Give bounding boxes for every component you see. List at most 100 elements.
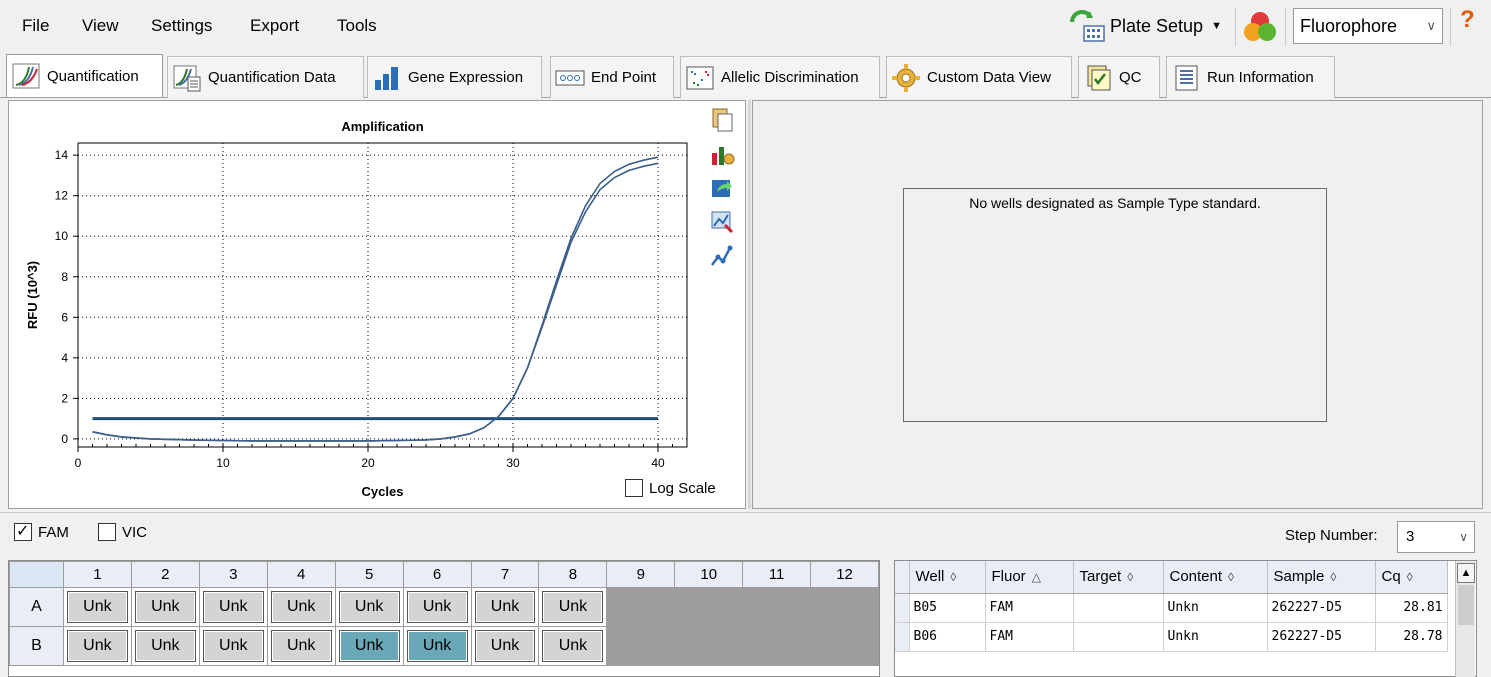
- standard-curve-panel: No wells designated as Sample Type stand…: [752, 100, 1483, 509]
- plate-col-header[interactable]: 1: [62, 561, 132, 588]
- plate-well-a10[interactable]: [674, 587, 744, 627]
- scroll-thumb[interactable]: [1458, 585, 1474, 625]
- export-icon[interactable]: [709, 175, 735, 201]
- row-selector-header[interactable]: [895, 561, 910, 594]
- plate-well-a2[interactable]: Unk: [130, 587, 200, 627]
- plate-col-header[interactable]: 2: [130, 561, 200, 588]
- plate-well-b12[interactable]: [810, 626, 879, 666]
- chevron-down-icon: ∨: [1426, 18, 1436, 33]
- copy-icon[interactable]: [709, 107, 735, 133]
- table-row[interactable]: B05 FAM Unkn 262227-D5 28.81: [895, 593, 1448, 623]
- help-icon[interactable]: ?: [1460, 6, 1475, 34]
- plate-setup-label: Plate Setup: [1110, 15, 1204, 36]
- y-tick-label: 6: [61, 310, 68, 324]
- tab-qc[interactable]: QC: [1078, 56, 1160, 98]
- plate-well-b5[interactable]: Unk: [334, 626, 404, 666]
- plate-col-header[interactable]: 10: [674, 561, 744, 588]
- end-point-icon: [555, 70, 585, 85]
- chart-settings-icon[interactable]: [709, 141, 735, 167]
- plate-row-header[interactable]: A: [9, 587, 64, 627]
- plate-well-a12[interactable]: [810, 587, 879, 627]
- step-number-select[interactable]: 3 ∨: [1397, 521, 1475, 553]
- tab-run-information[interactable]: Run Information: [1166, 56, 1335, 98]
- fam-checkbox[interactable]: [14, 521, 32, 541]
- plot-area[interactable]: [77, 142, 688, 448]
- plate-col-header[interactable]: 12: [810, 561, 879, 588]
- plate-col-header[interactable]: 7: [470, 561, 540, 588]
- plate-well-a1[interactable]: Unk: [62, 587, 132, 627]
- plate-col-header[interactable]: 4: [266, 561, 336, 588]
- well-content: Unk: [134, 591, 196, 623]
- tab-custom-data-view[interactable]: Custom Data View: [886, 56, 1072, 98]
- plate-well-a3[interactable]: Unk: [198, 587, 268, 627]
- tab-gene-expression[interactable]: Gene Expression: [367, 56, 542, 98]
- vic-toggle[interactable]: VIC: [98, 523, 147, 541]
- curve-icon[interactable]: [709, 243, 735, 269]
- plate-row-header[interactable]: B: [9, 626, 64, 666]
- amplification-chart[interactable]: 0 10 20 30 40 0 2 4 6 8 10 12 14 Amplification Cycles R…: [9, 101, 709, 501]
- plate-well-a9[interactable]: [606, 587, 676, 627]
- fluorophore-color-icon[interactable]: [1242, 9, 1278, 45]
- menu-view[interactable]: View: [82, 0, 119, 52]
- well-content: Unk: [474, 630, 536, 662]
- plate-well-b9[interactable]: [606, 626, 676, 666]
- menu-settings[interactable]: Settings: [151, 0, 212, 52]
- plate-col-header[interactable]: 6: [402, 561, 472, 588]
- plate-well-b4[interactable]: Unk: [266, 626, 336, 666]
- log-scale-toggle[interactable]: Log Scale: [625, 479, 716, 497]
- col-header-cq[interactable]: Cq ◊: [1375, 561, 1448, 594]
- plate-well-b10[interactable]: [674, 626, 744, 666]
- row-selector[interactable]: [895, 593, 910, 623]
- log-scale-checkbox[interactable]: [625, 479, 643, 497]
- col-header-target[interactable]: Target ◊: [1073, 561, 1164, 594]
- tab-quantification-data[interactable]: Quantification Data: [167, 56, 364, 98]
- plate-setup-button[interactable]: Plate Setup ▼: [1068, 6, 1222, 46]
- row-selector[interactable]: [895, 622, 910, 652]
- vic-checkbox[interactable]: [98, 523, 116, 541]
- cell-content: Unkn: [1163, 593, 1268, 623]
- x-tick-label: 20: [361, 456, 375, 470]
- plate-well-b8[interactable]: Unk: [538, 626, 608, 666]
- col-header-content[interactable]: Content ◊: [1163, 561, 1268, 594]
- menu-tools[interactable]: Tools: [337, 0, 377, 52]
- fluorophore-select[interactable]: Fluorophore ∨: [1293, 8, 1443, 44]
- menu-export[interactable]: Export: [250, 0, 299, 52]
- scroll-up-icon[interactable]: ▲: [1457, 563, 1475, 583]
- menu-file[interactable]: File: [22, 0, 49, 52]
- plate-corner[interactable]: [9, 561, 64, 588]
- plate-well-a8[interactable]: Unk: [538, 587, 608, 627]
- step-number-label: Step Number:: [1285, 527, 1378, 544]
- plate-well-a4[interactable]: Unk: [266, 587, 336, 627]
- col-header-sample[interactable]: Sample ◊: [1267, 561, 1376, 594]
- plate-col-header[interactable]: 9: [606, 561, 676, 588]
- panel-splitter[interactable]: [748, 100, 751, 509]
- plate-col-header[interactable]: 5: [334, 561, 404, 588]
- plate-col-header[interactable]: 3: [198, 561, 268, 588]
- plate-well-a11[interactable]: [742, 587, 812, 627]
- plate-well-a6[interactable]: Unk: [402, 587, 472, 627]
- plate-well-b11[interactable]: [742, 626, 812, 666]
- tab-quantification[interactable]: Quantification: [6, 54, 163, 97]
- plate-well-b6[interactable]: Unk: [402, 626, 472, 666]
- plate-well-b1[interactable]: Unk: [62, 626, 132, 666]
- cell-cq: 28.81: [1375, 593, 1448, 623]
- zoom-chart-icon[interactable]: [709, 209, 735, 235]
- cell-well: B05: [909, 593, 986, 623]
- well-content: Unk: [338, 630, 400, 662]
- plate-well-b2[interactable]: Unk: [130, 626, 200, 666]
- table-row[interactable]: B06 FAM Unkn 262227-D5 28.78: [895, 622, 1448, 652]
- results-scrollbar[interactable]: ▲: [1455, 561, 1475, 677]
- plate-well-a7[interactable]: Unk: [470, 587, 540, 627]
- col-header-fluor[interactable]: Fluor △: [985, 561, 1074, 594]
- tab-allelic-discrimination[interactable]: Allelic Discrimination: [680, 56, 880, 98]
- log-scale-label: Log Scale: [649, 479, 716, 497]
- plate-col-header[interactable]: 8: [538, 561, 608, 588]
- tab-end-point[interactable]: End Point: [550, 56, 674, 98]
- plate-col-header[interactable]: 11: [742, 561, 812, 588]
- cell-well: B06: [909, 622, 986, 652]
- plate-well-a5[interactable]: Unk: [334, 587, 404, 627]
- fam-toggle[interactable]: FAM: [14, 521, 69, 541]
- plate-well-b7[interactable]: Unk: [470, 626, 540, 666]
- col-header-well[interactable]: Well ◊: [909, 561, 986, 594]
- plate-well-b3[interactable]: Unk: [198, 626, 268, 666]
